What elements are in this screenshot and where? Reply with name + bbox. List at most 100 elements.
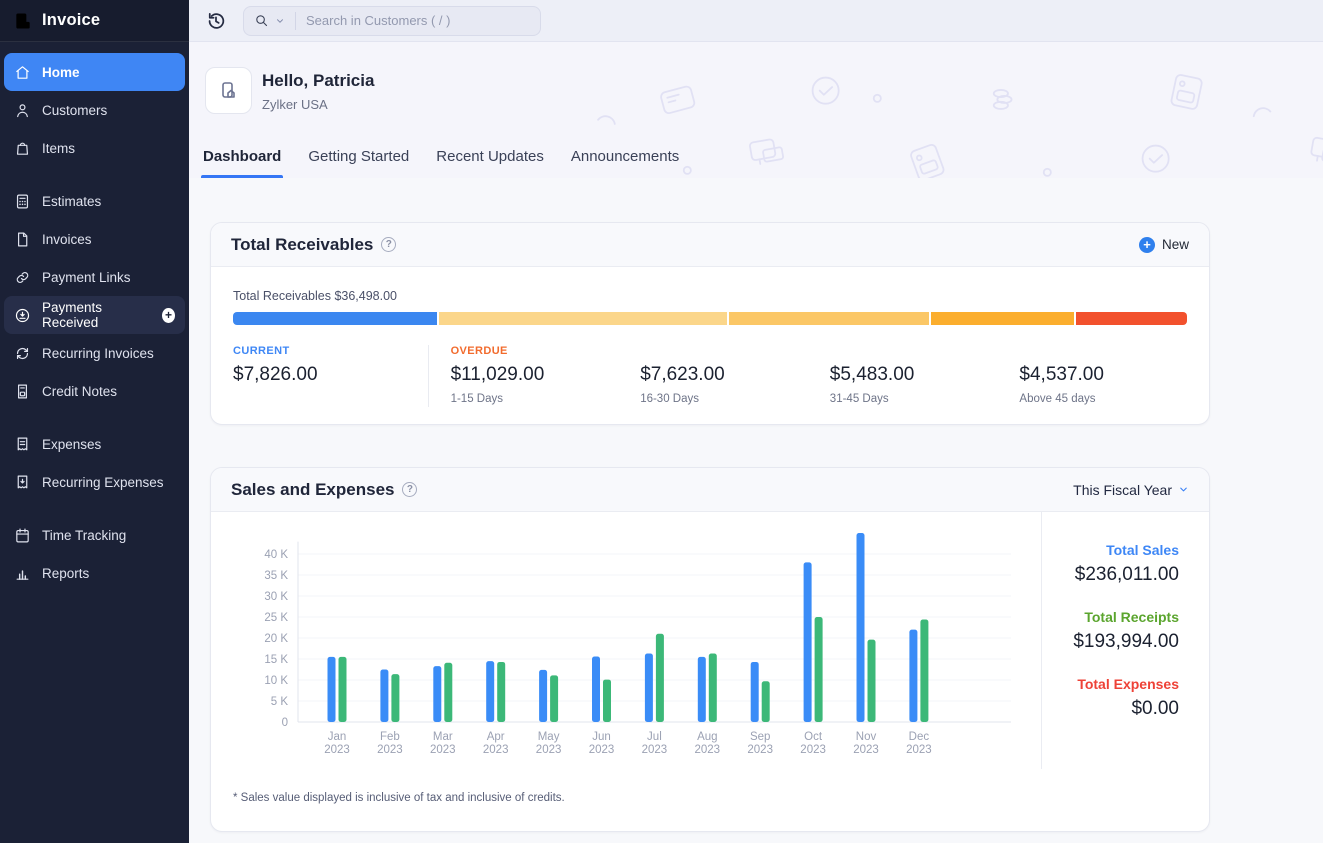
stat-amount: $5,483.00: [830, 364, 998, 386]
sales-footnote: * Sales value displayed is inclusive of …: [211, 769, 1209, 804]
bar-sales-jan-2023: [328, 657, 336, 722]
bar-receipts-sep-2023: [762, 681, 770, 722]
total-receivables-title: Total Receivables: [231, 235, 373, 255]
search-divider: [295, 12, 296, 30]
search-icon: [254, 13, 269, 28]
stat-range: 31-45 Days: [830, 393, 998, 407]
bar-sales-may-2023: [539, 670, 547, 722]
plus-circle-icon[interactable]: +: [162, 308, 175, 323]
bar-sales-jun-2023: [592, 656, 600, 722]
sidebar-item-label: Home: [42, 65, 80, 80]
tab-announcements[interactable]: Announcements: [571, 148, 679, 178]
bar-receipts-jul-2023: [656, 634, 664, 722]
sales-totals-panel: Total Sales $236,011.00 Total Receipts $193…: [1041, 512, 1209, 769]
payment-links-icon: [14, 269, 31, 286]
expenses-icon: [14, 436, 31, 453]
aging-bar-segment-overdue-31-45: [931, 312, 1074, 325]
tab-dashboard[interactable]: Dashboard: [203, 148, 281, 178]
home-icon: [14, 64, 31, 81]
sidebar-item-reports[interactable]: Reports: [4, 554, 185, 592]
sidebar-item-label: Credit Notes: [42, 384, 117, 399]
svg-text:Jun: Jun: [592, 731, 611, 743]
stat-label: [830, 345, 998, 361]
sales-expenses-card: Sales and Expenses ? This Fiscal Year 05…: [210, 467, 1210, 832]
sidebar-item-recurring-invoices[interactable]: Recurring Invoices: [4, 334, 185, 372]
history-icon[interactable]: [205, 10, 227, 32]
stat-amount: $7,623.00: [640, 364, 808, 386]
sidebar-item-label: Payment Links: [42, 270, 131, 285]
aging-bar-segment-current: [233, 312, 437, 325]
sidebar-item-estimates[interactable]: Estimates: [4, 182, 185, 220]
new-button[interactable]: + New: [1139, 237, 1189, 253]
search-input[interactable]: [306, 13, 506, 28]
sidebar-item-label: Recurring Expenses: [42, 475, 164, 490]
help-icon[interactable]: ?: [402, 482, 417, 497]
search-box[interactable]: [243, 6, 541, 36]
svg-text:Mar: Mar: [433, 731, 453, 743]
svg-text:20 K: 20 K: [264, 633, 288, 645]
total-sales-label: Total Sales: [1042, 542, 1179, 558]
svg-text:2023: 2023: [800, 744, 826, 756]
sales-expenses-title: Sales and Expenses: [231, 480, 394, 500]
svg-text:2023: 2023: [695, 744, 721, 756]
bar-sales-sep-2023: [751, 662, 759, 722]
avatar: [205, 67, 252, 114]
sidebar-item-credit-notes[interactable]: Credit Notes: [4, 372, 185, 410]
total-expenses-label: Total Expenses: [1042, 676, 1179, 692]
period-selector[interactable]: This Fiscal Year: [1073, 482, 1189, 498]
svg-text:Sep: Sep: [750, 731, 770, 743]
stat-amount: $7,826.00: [233, 364, 428, 386]
help-icon[interactable]: ?: [381, 237, 396, 252]
payments-received-icon: [14, 307, 31, 324]
sidebar-item-expenses[interactable]: Expenses: [4, 425, 185, 463]
tab-getting-started[interactable]: Getting Started: [308, 148, 409, 178]
svg-text:40 K: 40 K: [264, 549, 288, 561]
bar-receipts-jan-2023: [339, 657, 347, 722]
total-receipts-label: Total Receipts: [1042, 609, 1179, 625]
sidebar-item-items[interactable]: Items: [4, 129, 185, 167]
sidebar-item-recurring-expenses[interactable]: Recurring Expenses: [4, 463, 185, 501]
receivables-aging-bar: [233, 312, 1187, 325]
sidebar-item-payment-links[interactable]: Payment Links: [4, 258, 185, 296]
recurring-expenses-icon: [14, 474, 31, 491]
svg-text:2023: 2023: [536, 744, 562, 756]
total-receipts-value: $193,994.00: [1042, 631, 1179, 653]
tab-bar: Dashboard Getting Started Recent Updates An…: [203, 148, 679, 178]
stat-range: Above 45 days: [1019, 393, 1187, 407]
sidebar-item-home[interactable]: Home: [4, 53, 185, 91]
topbar: [189, 0, 1323, 42]
bar-receipts-jun-2023: [603, 680, 611, 722]
bar-receipts-may-2023: [550, 675, 558, 722]
total-receivables-card: Total Receivables ? + New Total Receivab…: [210, 222, 1210, 425]
organization-icon: [217, 79, 241, 103]
svg-text:Dec: Dec: [909, 731, 930, 743]
receivables-summary-label: Total Receivables: [233, 289, 331, 303]
svg-text:Jul: Jul: [647, 731, 662, 743]
sales-expenses-header: Sales and Expenses ? This Fiscal Year: [211, 468, 1209, 512]
chevron-down-icon: [1178, 484, 1189, 495]
sidebar-item-label: Reports: [42, 566, 89, 581]
sidebar-item-payments-received[interactable]: Payments Received+: [4, 296, 185, 334]
receivables-overdue-bucket-3: $5,483.00 31-45 Days: [808, 345, 998, 407]
recurring-invoices-icon: [14, 345, 31, 362]
stat-label: [640, 345, 808, 361]
new-button-label: New: [1162, 237, 1189, 252]
sidebar-item-customers[interactable]: Customers: [4, 91, 185, 129]
sidebar-item-label: Invoices: [42, 232, 92, 247]
aging-bar-segment-overdue-16-30: [729, 312, 928, 325]
sidebar-item-time-tracking[interactable]: Time Tracking: [4, 516, 185, 554]
sidebar-item-label: Estimates: [42, 194, 101, 209]
total-sales-value: $236,011.00: [1042, 564, 1179, 586]
header-banner: Hello, Patricia Zylker USA DashboardGett…: [189, 42, 1323, 178]
svg-text:2023: 2023: [430, 744, 456, 756]
sidebar-item-invoices[interactable]: Invoices: [4, 220, 185, 258]
bar-receipts-apr-2023: [497, 662, 505, 722]
bar-sales-jul-2023: [645, 654, 653, 722]
credit-notes-icon: [14, 383, 31, 400]
receivables-overdue-bucket-4: $4,537.00Above 45 days: [997, 345, 1187, 407]
bar-receipts-aug-2023: [709, 654, 717, 722]
chevron-down-icon[interactable]: [275, 16, 285, 26]
aging-bar-segment-overdue-1-15: [439, 312, 727, 325]
tab-recent-updates[interactable]: Recent Updates: [436, 148, 544, 178]
svg-text:Nov: Nov: [856, 731, 877, 743]
